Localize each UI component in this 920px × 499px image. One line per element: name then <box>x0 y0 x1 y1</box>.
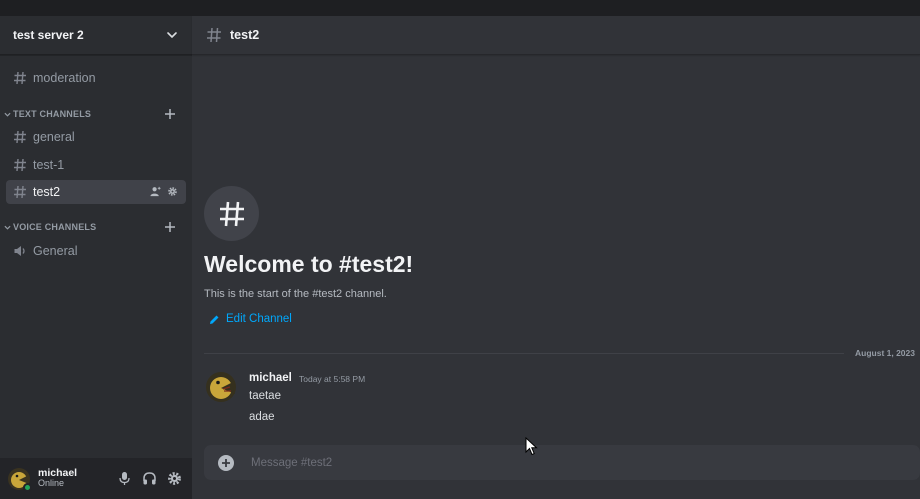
channel-actions <box>150 186 178 197</box>
pencil-icon <box>210 315 219 324</box>
avatar[interactable] <box>206 372 236 402</box>
add-attachment-plus-icon[interactable] <box>217 454 235 472</box>
chevron-down-icon <box>167 32 177 39</box>
category-voice-channels[interactable]: VOICE CHANNELS <box>4 220 184 234</box>
user-controls <box>117 471 182 486</box>
message-timestamp: Today at 5:58 PM <box>299 374 366 384</box>
message-author[interactable]: michael <box>249 372 292 384</box>
hash-icon <box>14 130 26 144</box>
channel-label: test-1 <box>33 158 65 172</box>
server-name: test server 2 <box>13 28 84 42</box>
hash-icon <box>14 185 26 199</box>
channel-label: moderation <box>33 71 96 85</box>
mouse-cursor-icon <box>525 437 538 456</box>
create-channel-plus-icon[interactable] <box>164 221 176 233</box>
user-status: Online <box>38 478 65 489</box>
channel-label: test2 <box>33 185 61 199</box>
channel-moderation[interactable]: moderation <box>6 66 186 90</box>
channel-title: test2 <box>230 28 260 42</box>
channel-label: General <box>33 244 78 258</box>
settings-gear-icon[interactable] <box>167 471 182 486</box>
category-label: VOICE CHANNELS <box>13 222 97 232</box>
channel-label: general <box>33 130 75 144</box>
channel-test2[interactable]: test2 <box>6 180 186 204</box>
speaker-icon <box>14 246 25 256</box>
voice-channel-general[interactable]: General <box>6 239 186 263</box>
category-text-channels[interactable]: TEXT CHANNELS <box>4 107 184 121</box>
channel-sidebar: test server 2 moderation TEXT CHANNELS g… <box>0 16 192 499</box>
channel-header: test2 <box>192 16 920 55</box>
avatar[interactable] <box>8 467 32 492</box>
server-header[interactable]: test server 2 <box>0 16 192 55</box>
caret-down-icon <box>4 225 11 230</box>
caret-down-icon <box>4 112 11 117</box>
date-divider <box>204 353 844 354</box>
channel-general[interactable]: general <box>6 125 186 149</box>
category-label: TEXT CHANNELS <box>13 109 92 119</box>
gear-icon[interactable] <box>167 186 178 197</box>
user-panel: michael Online <box>0 458 192 499</box>
edit-channel-link[interactable]: Edit Channel <box>209 313 292 325</box>
hash-icon <box>219 201 244 226</box>
welcome-title: Welcome to #test2! <box>204 251 414 277</box>
hash-icon <box>14 71 26 85</box>
channel-test-1[interactable]: test-1 <box>6 153 186 177</box>
microphone-icon[interactable] <box>117 471 132 486</box>
window-topbar <box>0 0 920 16</box>
welcome-hash-badge <box>204 186 259 241</box>
create-channel-plus-icon[interactable] <box>164 108 176 120</box>
headphones-icon[interactable] <box>142 471 157 486</box>
hash-icon <box>14 158 26 172</box>
online-status-dot <box>23 482 32 492</box>
chat-area: test2 Welcome to #test2! This is the sta… <box>192 16 920 499</box>
message-text: taetae <box>249 390 281 402</box>
edit-channel-label: Edit Channel <box>226 313 292 325</box>
welcome-subtitle: This is the start of the #test2 channel. <box>204 288 387 300</box>
divider-date: August 1, 2023 <box>850 348 915 358</box>
message-input[interactable] <box>251 456 851 469</box>
hash-icon <box>207 27 221 43</box>
message-text: adae <box>249 411 275 423</box>
message-composer <box>204 445 920 480</box>
invite-user-icon[interactable] <box>150 186 161 197</box>
user-info[interactable]: michael Online <box>38 467 77 489</box>
avatar-image <box>206 372 236 402</box>
